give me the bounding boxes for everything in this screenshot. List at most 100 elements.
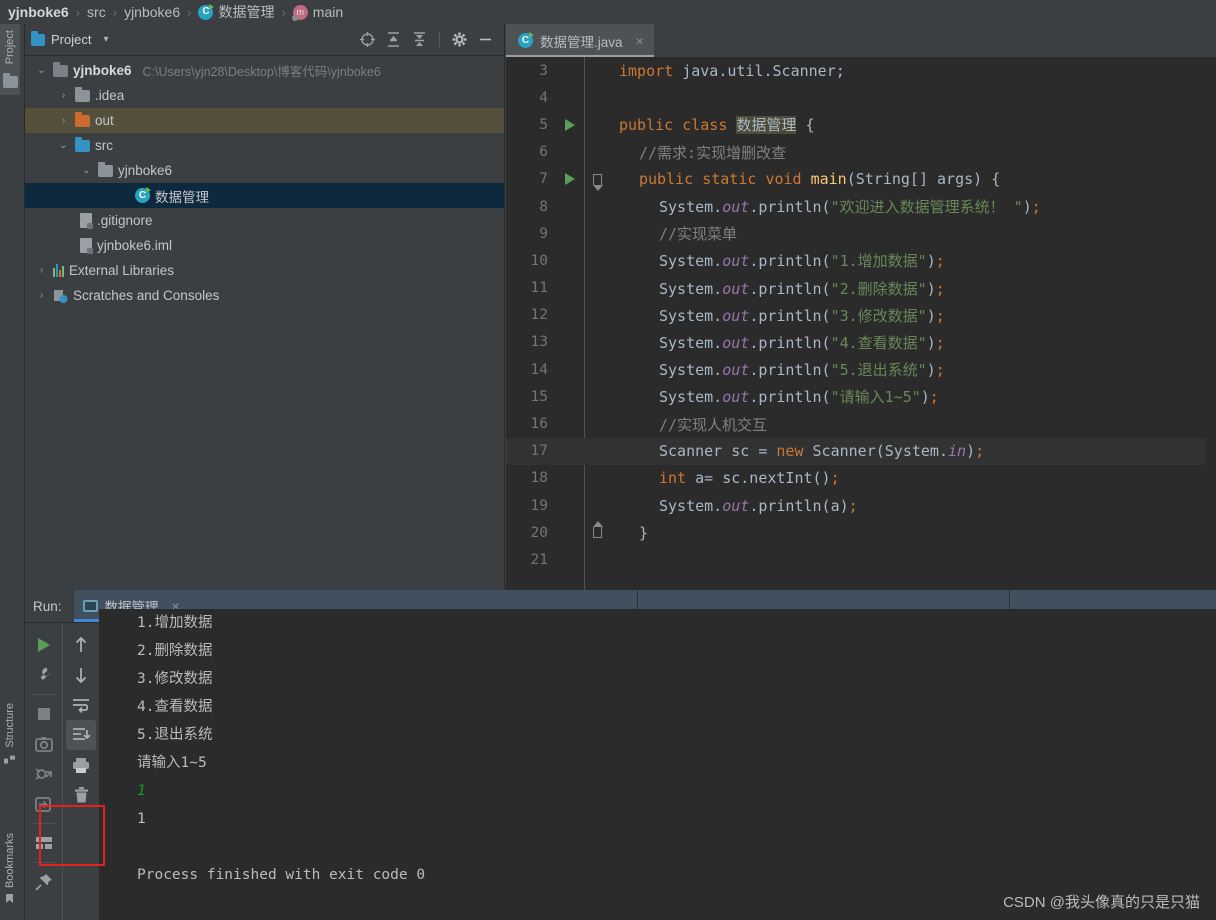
chevron-down-icon[interactable]: ⌄ bbox=[80, 165, 93, 176]
breadcrumb-item-method[interactable]: m main bbox=[291, 4, 343, 21]
breadcrumb-item-package[interactable]: yjnboke6 bbox=[124, 4, 180, 20]
print-icon[interactable] bbox=[66, 750, 96, 780]
code-line[interactable]: 21 bbox=[506, 546, 1216, 573]
code-line[interactable]: 14 System.out.println("5.退出系统"); bbox=[506, 356, 1216, 383]
console-output-line: 2.删除数据 bbox=[137, 643, 213, 659]
chevron-right-icon[interactable]: › bbox=[35, 265, 48, 276]
code-token: //需求:实现增删改查 bbox=[639, 143, 787, 162]
code-line[interactable]: 18 int a= sc.nextInt(); bbox=[506, 465, 1216, 492]
chevron-right-icon[interactable]: › bbox=[35, 290, 48, 301]
fold-end-icon[interactable] bbox=[592, 521, 603, 539]
code-token: .println( bbox=[749, 361, 831, 380]
console-output-line: 4.查看数据 bbox=[137, 699, 213, 715]
sidebar-item-bookmarks[interactable]: Bookmarks bbox=[0, 827, 20, 910]
console-icon bbox=[82, 600, 98, 612]
gear-icon[interactable] bbox=[451, 31, 468, 48]
code-line[interactable]: 11 System.out.println("2.删除数据"); bbox=[506, 275, 1216, 302]
layout-icon[interactable] bbox=[29, 828, 59, 858]
sidebar-item-structure[interactable]: Structure bbox=[0, 697, 20, 770]
console-input-line: 1 bbox=[137, 783, 146, 799]
code-token: ; bbox=[935, 306, 945, 325]
code-line[interactable]: 10 System.out.println("1.增加数据"); bbox=[506, 247, 1216, 274]
code-token: public bbox=[619, 116, 683, 135]
editor-tab-java-file[interactable]: C 数据管理.java × bbox=[506, 24, 654, 57]
clear-all-icon[interactable] bbox=[66, 780, 96, 810]
code-line[interactable]: 6 //需求:实现增删改查 bbox=[506, 139, 1216, 166]
code-line[interactable]: 12 System.out.println("3.修改数据"); bbox=[506, 302, 1216, 329]
expand-all-icon[interactable] bbox=[385, 31, 402, 48]
screenshot-icon[interactable] bbox=[29, 729, 59, 759]
code-token: static bbox=[702, 170, 766, 189]
up-arrow-icon[interactable] bbox=[66, 630, 96, 660]
run-gutter-icon[interactable] bbox=[565, 118, 575, 131]
tree-node-iml[interactable]: yjnboke6.iml bbox=[25, 233, 504, 258]
code-line[interactable]: 19 System.out.println(a); bbox=[506, 492, 1216, 519]
code-token: .println( bbox=[749, 252, 831, 271]
code-line[interactable]: 9 //实现菜单 bbox=[506, 220, 1216, 247]
chevron-down-icon[interactable]: ⌄ bbox=[57, 140, 70, 151]
scratches-icon bbox=[53, 289, 68, 303]
code-line[interactable]: 5 public class 数据管理 { bbox=[506, 111, 1216, 138]
soft-wrap-icon[interactable] bbox=[66, 690, 96, 720]
editor-vertical-scrollbar[interactable] bbox=[1206, 57, 1216, 590]
hide-panel-icon[interactable] bbox=[477, 31, 494, 48]
debug-attach-icon[interactable] bbox=[29, 759, 59, 789]
editor-gutter[interactable] bbox=[554, 118, 584, 131]
tree-node-path: C:\Users\yjn28\Desktop\博客代码\yjnboke6 bbox=[142, 65, 381, 79]
code-line[interactable]: 13 System.out.println("4.查看数据"); bbox=[506, 329, 1216, 356]
tree-node-idea[interactable]: › .idea bbox=[25, 83, 504, 108]
export-icon[interactable] bbox=[29, 789, 59, 819]
breadcrumb-item-class[interactable]: C 数据管理 bbox=[198, 2, 274, 22]
editor-gutter[interactable] bbox=[554, 173, 584, 186]
tree-node-scratches[interactable]: › Scratches and Consoles bbox=[25, 283, 504, 308]
stop-icon[interactable] bbox=[29, 699, 59, 729]
settings-wrench-icon[interactable] bbox=[29, 660, 59, 690]
collapse-all-icon[interactable] bbox=[411, 31, 428, 48]
scroll-to-end-icon[interactable] bbox=[66, 720, 96, 750]
tree-node-gitignore[interactable]: .gitignore bbox=[25, 208, 504, 233]
code-line[interactable]: 7 public static void main(String[] args) … bbox=[506, 166, 1216, 193]
fold-gutter[interactable] bbox=[584, 521, 610, 539]
chevron-right-icon[interactable]: › bbox=[57, 90, 70, 101]
line-number: 16 bbox=[530, 416, 548, 433]
tree-node-package[interactable]: ⌄ yjnboke6 bbox=[25, 158, 504, 183]
breadcrumb-item-src[interactable]: src bbox=[87, 4, 106, 20]
console-output-line: 请输入1~5 bbox=[137, 755, 207, 771]
line-number: 15 bbox=[530, 388, 548, 405]
locate-icon[interactable] bbox=[359, 31, 376, 48]
chevron-down-icon[interactable]: ⌄ bbox=[35, 65, 48, 76]
code-line[interactable]: 15 System.out.println("请输入1~5"); bbox=[506, 383, 1216, 410]
tree-node-class[interactable]: C 数据管理 bbox=[25, 183, 504, 208]
editor-area: C 数据管理.java × 3 import java.util.Scanner;… bbox=[506, 24, 1216, 590]
code-token: ; bbox=[935, 252, 945, 271]
code-line[interactable]: 17 Scanner sc = new Scanner(System.in); bbox=[506, 437, 1216, 465]
line-number: 12 bbox=[530, 307, 548, 324]
fold-start-icon[interactable] bbox=[592, 173, 603, 191]
code-line[interactable]: 8 System.out.println("欢迎进入数据管理系统！ "); bbox=[506, 193, 1216, 220]
code-token: in bbox=[948, 442, 967, 461]
code-line[interactable]: 3 import java.util.Scanner; bbox=[506, 57, 1216, 84]
tree-node-out[interactable]: › out bbox=[25, 108, 504, 133]
line-number: 21 bbox=[530, 551, 548, 568]
code-text: System.out.println("5.退出系统"); bbox=[610, 359, 945, 380]
code-line[interactable]: 16 //实现人机交互 bbox=[506, 410, 1216, 437]
tree-node-module[interactable]: ⌄ yjnboke6 C:\Users\yjn28\Desktop\博客代码\y… bbox=[25, 58, 504, 83]
code-editor[interactable]: 3 import java.util.Scanner; 4 5 public class… bbox=[506, 57, 1216, 590]
run-gutter-icon[interactable] bbox=[565, 173, 575, 186]
java-class-icon: C bbox=[135, 187, 151, 203]
fold-gutter[interactable] bbox=[584, 173, 610, 191]
code-token: } bbox=[639, 523, 649, 542]
sidebar-item-project[interactable]: Project bbox=[0, 24, 20, 96]
code-line[interactable]: 4 bbox=[506, 84, 1216, 111]
tree-node-external-libraries[interactable]: › External Libraries bbox=[25, 258, 504, 283]
chevron-right-icon[interactable]: › bbox=[57, 115, 70, 126]
pin-icon[interactable] bbox=[29, 867, 59, 897]
code-line[interactable]: 20} bbox=[506, 519, 1216, 546]
rerun-icon[interactable] bbox=[29, 630, 59, 660]
console-output[interactable]: 1.增加数据 2.删除数据 3.修改数据 4.查看数据 5.退出系统 请输入1~5 1 1 Pr… bbox=[99, 609, 1216, 920]
close-icon[interactable]: × bbox=[636, 33, 644, 49]
tree-node-src[interactable]: ⌄ src bbox=[25, 133, 504, 158]
down-arrow-icon[interactable] bbox=[66, 660, 96, 690]
chevron-down-icon[interactable]: ▾ bbox=[103, 34, 108, 45]
breadcrumb-item-project[interactable]: yjnboke6 bbox=[8, 4, 69, 20]
